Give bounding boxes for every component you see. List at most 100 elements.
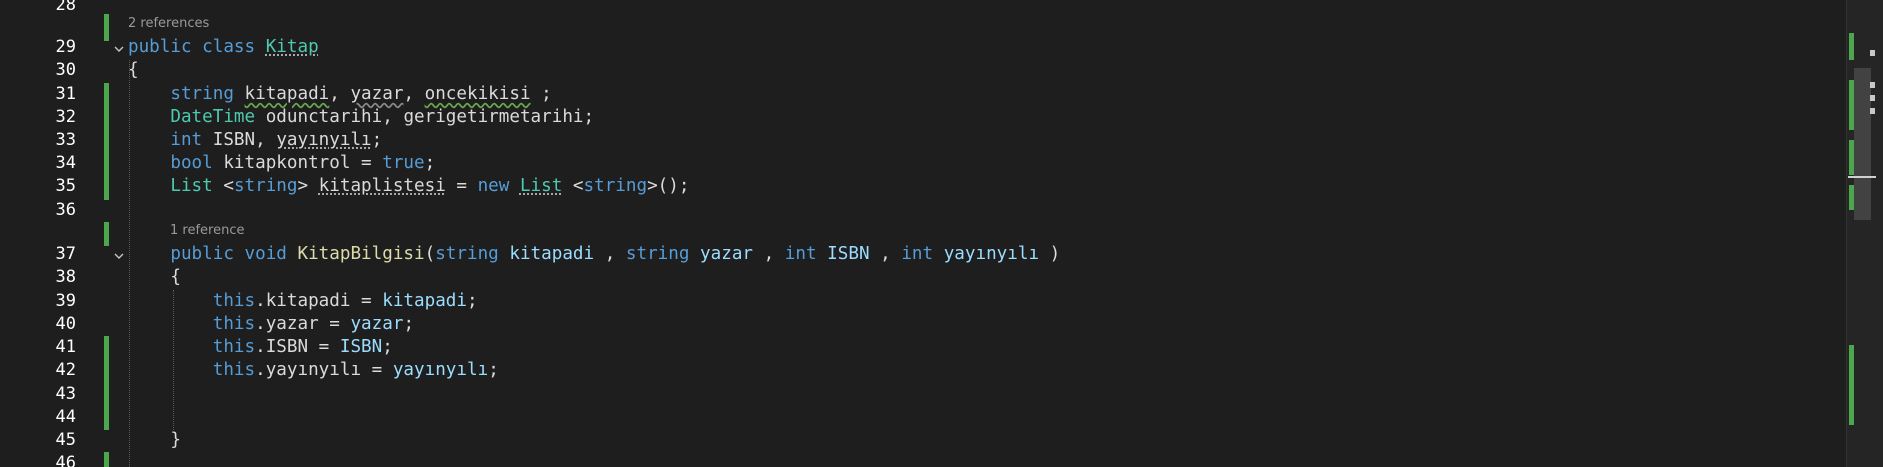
code-token: List bbox=[170, 176, 213, 196]
code-token: yazar bbox=[265, 314, 319, 334]
line-number: 29 bbox=[55, 37, 76, 57]
code-token: , bbox=[255, 130, 277, 150]
code-token: ISBN bbox=[265, 337, 309, 357]
code-token: this bbox=[212, 291, 256, 311]
code-editor[interactable]: 28 29 30 31 32 33 34 35 36 37 38 39 40 41 42 43 44 45 46 p… bbox=[0, 0, 1883, 467]
code-token: kitapadi bbox=[244, 84, 330, 104]
code-token: . bbox=[255, 360, 266, 380]
code-token: this bbox=[212, 360, 256, 380]
line-number: 38 bbox=[55, 267, 76, 287]
code-token: class bbox=[202, 37, 256, 57]
code-line[interactable]: this.yazar = yazar; bbox=[128, 313, 414, 336]
line-number: 45 bbox=[55, 430, 76, 450]
code-line[interactable]: List <string> kitaplistesi = new List <s… bbox=[128, 175, 689, 198]
fold-chevron-icon[interactable] bbox=[112, 248, 126, 262]
code-token: public bbox=[128, 37, 192, 57]
line-number: 36 bbox=[55, 200, 76, 220]
code-token: public bbox=[170, 244, 234, 264]
code-token: , bbox=[382, 107, 404, 127]
code-token: . bbox=[255, 337, 266, 357]
fold-chevron-icon[interactable] bbox=[112, 41, 126, 55]
line-number: 37 bbox=[55, 244, 76, 264]
code-line[interactable]: int ISBN, yayınyılı; bbox=[128, 129, 382, 152]
code-token: } bbox=[170, 430, 181, 450]
overview-marker bbox=[1870, 82, 1875, 88]
code-token: yayınyılı bbox=[392, 360, 489, 380]
code-token: string bbox=[435, 244, 499, 264]
line-number: 33 bbox=[55, 130, 76, 150]
code-line[interactable]: public class Kitap bbox=[128, 36, 319, 59]
line-number: 34 bbox=[55, 153, 76, 173]
code-token: string bbox=[625, 244, 690, 264]
code-token: ISBN bbox=[212, 130, 256, 150]
code-line[interactable]: DateTime oduncta﻿rihi, gerigetirmetarihi… bbox=[128, 106, 594, 129]
codelens-method-references[interactable]: 1 reference bbox=[170, 222, 244, 240]
code-token: this bbox=[212, 337, 256, 357]
code-line[interactable]: } bbox=[128, 429, 181, 452]
code-token: oncekikisi bbox=[424, 84, 531, 104]
change-marker bbox=[104, 452, 109, 467]
code-token: = bbox=[318, 314, 351, 334]
code-token: kitapadi bbox=[382, 291, 467, 311]
overview-marker bbox=[1870, 50, 1875, 56]
code-token: this bbox=[212, 314, 256, 334]
code-token: ; bbox=[488, 360, 499, 380]
code-token: >(); bbox=[647, 176, 690, 196]
code-line[interactable]: public void KitapBilgisi(string kitapadi… bbox=[128, 243, 1060, 266]
code-token: true bbox=[382, 153, 425, 173]
code-token: { bbox=[128, 60, 139, 80]
line-number: 44 bbox=[55, 407, 76, 427]
code-token: kitaplistesi bbox=[318, 176, 446, 196]
code-token: string bbox=[583, 176, 648, 196]
code-token: bool bbox=[170, 153, 213, 173]
code-line[interactable]: this.kitapadi = kitapadi; bbox=[128, 290, 478, 313]
codelens-class-references[interactable]: 2 references bbox=[128, 15, 209, 33]
code-token: yayınyılı bbox=[265, 360, 362, 380]
code-token: = bbox=[445, 176, 478, 196]
code-token: List bbox=[519, 176, 563, 196]
code-line[interactable]: { bbox=[128, 266, 181, 289]
code-token: = bbox=[350, 291, 383, 311]
code-token: yazar bbox=[350, 84, 404, 104]
code-token: void bbox=[244, 244, 287, 264]
code-token: . bbox=[255, 291, 266, 311]
code-line[interactable]: this.yayınyılı = yayınyılı; bbox=[128, 359, 499, 382]
code-line[interactable]: this.ISBN = ISBN; bbox=[128, 336, 393, 359]
code-token: int bbox=[901, 244, 934, 264]
code-line[interactable]: { bbox=[128, 59, 139, 82]
line-number: 39 bbox=[55, 291, 76, 311]
line-number: 35 bbox=[55, 176, 76, 196]
code-token: ISBN bbox=[827, 244, 870, 264]
code-token: ; bbox=[530, 84, 552, 104]
change-marker bbox=[104, 83, 109, 200]
code-token: ; bbox=[403, 314, 415, 334]
overview-marker bbox=[1870, 95, 1875, 101]
code-token: yazar bbox=[700, 244, 754, 264]
code-line[interactable]: string kitapadi, yazar, oncekikisi ; bbox=[128, 83, 552, 106]
scrollbar-thumb[interactable] bbox=[1854, 68, 1871, 220]
code-line[interactable]: bool kitapkontrol = true; bbox=[128, 152, 435, 175]
code-token: > bbox=[297, 176, 319, 196]
line-number: 40 bbox=[55, 314, 76, 334]
line-number: 32 bbox=[55, 107, 76, 127]
code-token: yayınyılı bbox=[943, 244, 1040, 264]
code-token: ; bbox=[371, 130, 383, 150]
code-token: yayınyılı bbox=[276, 130, 372, 150]
code-token: , bbox=[753, 244, 785, 264]
code-token: ( bbox=[424, 244, 436, 264]
line-number: 43 bbox=[55, 384, 76, 404]
code-token: new bbox=[477, 176, 510, 196]
